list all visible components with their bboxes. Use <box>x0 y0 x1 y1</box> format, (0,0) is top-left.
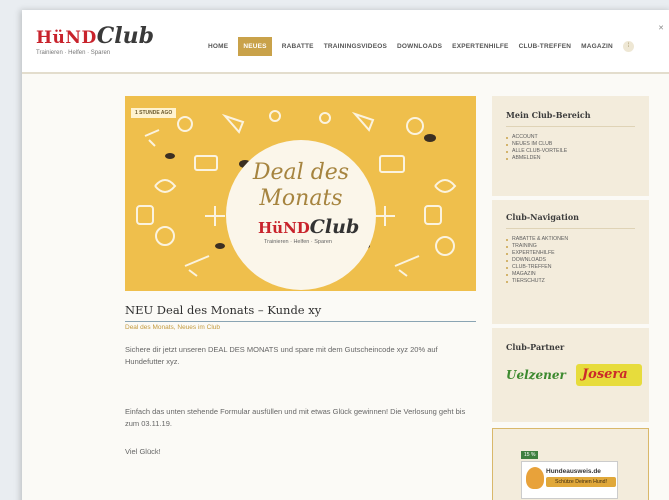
featured-image[interactable]: 1 STUNDE AGO Deal des Monats HüNDClub Tr… <box>125 96 476 291</box>
club-nav-link-expertenhilfe[interactable]: EXPERTENHILFE <box>506 250 635 257</box>
hero-title-line1: Deal des <box>252 160 350 185</box>
partner-josera-logo[interactable]: Josera <box>576 364 642 386</box>
post-title[interactable]: NEU Deal des Monats – Kunde xy <box>125 303 476 322</box>
logo-word-hund: HüND <box>36 28 97 48</box>
ad-brand-name: Hundeausweis.de <box>546 468 601 475</box>
nav-item-neues[interactable]: NEUES <box>238 36 272 56</box>
partner-uelzener-logo[interactable]: Uelzener <box>506 368 566 382</box>
ad-slogan: Schütze Deinen Hund! <box>546 477 616 487</box>
hero-title: Deal des Monats <box>226 160 376 212</box>
club-nav-link-downloads[interactable]: DOWNLOADS <box>506 257 635 264</box>
dog-icon <box>526 467 544 489</box>
logo-tagline: Trainieren · Helfen · Sparen <box>36 50 111 56</box>
club-nav-link-magazin[interactable]: MAGAZIN <box>506 271 635 278</box>
hero-logo-tagline: Trainieren · Helfen · Sparen <box>264 239 332 245</box>
nav-item-home[interactable]: HOME <box>208 43 228 50</box>
widget-club-area-title: Mein Club-Bereich <box>506 110 635 127</box>
page: HüNDClub Trainieren · Helfen · Sparen HO… <box>22 10 669 500</box>
widget-club-area: Mein Club-Bereich ACCOUNT NEUES IM CLUB AL… <box>492 96 649 196</box>
nav-item-magazin[interactable]: MAGAZIN <box>581 43 613 50</box>
hero-logo-club: Club <box>309 216 360 238</box>
club-nav-link-rabatte-aktionen[interactable]: RABATTE & AKTIONEN <box>506 236 635 243</box>
widget-club-nav-title: Club-Navigation <box>506 212 635 229</box>
sidebar-ad[interactable]: 15 % Hundeausweis.de Schütze Deinen Hund… <box>492 428 649 500</box>
post-paragraph-1: Sichere dir jetzt unseren DEAL DES MONAT… <box>125 345 438 366</box>
widget-club-nav: Club-Navigation RABATTE & AKTIONEN TRAINI… <box>492 200 649 324</box>
club-area-link-account[interactable]: ACCOUNT <box>506 134 635 141</box>
widget-club-partners: Club-Partner Uelzener Josera <box>492 328 649 422</box>
post-paragraph-3: Viel Glück! <box>125 447 161 456</box>
club-nav-list: RABATTE & AKTIONEN TRAINING EXPERTENHILFE D… <box>506 236 635 285</box>
time-badge: 1 STUNDE AGO <box>131 108 177 118</box>
hero-logo-hund: HüND <box>258 219 310 237</box>
widget-partners-title: Club-Partner <box>506 342 565 352</box>
partner-josera-label: Josera <box>582 367 628 382</box>
club-area-link-abmelden[interactable]: ABMELDEN <box>506 155 635 162</box>
more-icon[interactable]: ⁞ <box>622 40 634 52</box>
club-nav-link-tierschutz[interactable]: TIERSCHUTZ <box>506 278 635 285</box>
nav-item-club-treffen[interactable]: CLUB-TREFFEN <box>519 43 572 50</box>
hero-title-line2: Monats <box>259 186 343 211</box>
logo-word-club: Club <box>96 23 154 49</box>
ad-banner[interactable]: Hundeausweis.de Schütze Deinen Hund! <box>521 461 618 499</box>
nav-item-expertenhilfe[interactable]: EXPERTENHILFE <box>452 43 508 50</box>
nav-item-downloads[interactable]: DOWNLOADS <box>397 43 442 50</box>
nav-item-rabatte[interactable]: RABATTE <box>282 43 314 50</box>
main-nav: HOME NEUES RABATTE TRAININGSVIDEOS DOWNLOADS… <box>208 36 634 56</box>
logo-wordmark: HüNDClub <box>36 24 154 50</box>
site-logo[interactable]: HüNDClub Trainieren · Helfen · Sparen <box>36 24 154 64</box>
post-paragraph-2: Einfach das unten stehende Formular ausf… <box>125 407 466 428</box>
close-icon[interactable]: ✕ <box>658 24 664 32</box>
site-header: HüNDClub Trainieren · Helfen · Sparen HO… <box>22 10 669 74</box>
club-nav-link-club-treffen[interactable]: CLUB-TREFFEN <box>506 264 635 271</box>
discount-badge: 15 % <box>521 451 539 459</box>
club-area-link-neues-im-club[interactable]: NEUES IM CLUB <box>506 141 635 148</box>
post-categories[interactable]: Deal des Monats, Neues im Club <box>125 324 220 331</box>
nav-item-trainingsvideos[interactable]: TRAININGSVIDEOS <box>324 43 387 50</box>
club-nav-link-training[interactable]: TRAINING <box>506 243 635 250</box>
club-area-list: ACCOUNT NEUES IM CLUB ALLE CLUB-VORTEILE AB… <box>506 134 635 162</box>
club-area-link-alle-club-vorteile[interactable]: ALLE CLUB-VORTEILE <box>506 148 635 155</box>
hero-logo: HüNDClub <box>258 216 368 238</box>
